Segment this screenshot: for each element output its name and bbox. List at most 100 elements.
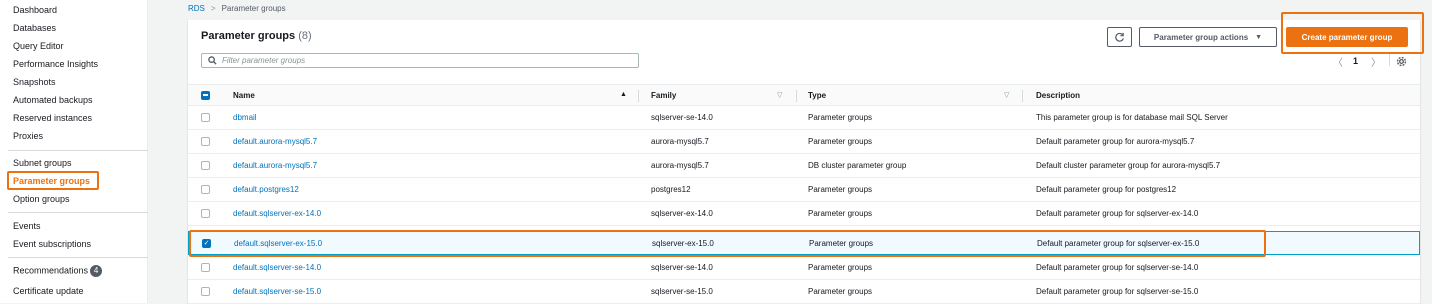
- table-row[interactable]: default.aurora-mysql5.7 aurora-mysql5.7 …: [188, 154, 1420, 178]
- sort-ascending-icon[interactable]: ▲: [620, 91, 627, 98]
- breadcrumb-separator: >: [210, 4, 216, 13]
- row-checkbox[interactable]: [201, 161, 210, 170]
- parameter-groups-panel: Parameter groups (8) Parameter group act…: [188, 20, 1420, 304]
- settings-gear-icon[interactable]: [1396, 56, 1407, 67]
- sidebar-item-event-subscriptions[interactable]: Event subscriptions: [13, 239, 91, 249]
- row-checkbox[interactable]: [201, 185, 210, 194]
- table-header: Name ▲ Family ▽ Type ▽ Description: [188, 84, 1420, 106]
- refresh-button[interactable]: [1107, 27, 1132, 47]
- table-row[interactable]: default.sqlserver-se-14.0 sqlserver-se-1…: [188, 256, 1420, 280]
- sidebar-item-certificate-update[interactable]: Certificate update: [13, 286, 84, 296]
- search-input[interactable]: [222, 56, 622, 65]
- breadcrumb: RDS > Parameter groups: [188, 4, 286, 13]
- search-icon: [208, 56, 217, 65]
- next-page-icon[interactable]: 〉: [1371, 54, 1381, 69]
- row-type: Parameter groups: [808, 137, 873, 146]
- sidebar-nav: Dashboard Databases Query Editor Perform…: [0, 0, 148, 303]
- column-header-family[interactable]: Family: [651, 91, 676, 100]
- row-family: aurora-mysql5.7: [651, 137, 709, 146]
- row-family: aurora-mysql5.7: [651, 161, 709, 170]
- select-all-checkbox[interactable]: [201, 91, 210, 100]
- row-family: sqlserver-se-14.0: [651, 263, 713, 272]
- row-description: Default parameter group for sqlserver-ex…: [1036, 209, 1199, 218]
- sidebar-divider: [8, 150, 148, 151]
- previous-page-icon[interactable]: 〈: [1333, 54, 1343, 69]
- sidebar-divider: [8, 212, 148, 213]
- table-row-selected[interactable]: ✓ default.sqlserver-ex-15.0 sqlserver-ex…: [188, 231, 1420, 255]
- row-family: sqlserver-se-14.0: [651, 113, 713, 122]
- row-type: Parameter groups: [808, 113, 873, 122]
- row-type: DB cluster parameter group: [808, 161, 907, 170]
- row-name-link[interactable]: default.sqlserver-ex-14.0: [233, 209, 321, 218]
- sidebar-item-events[interactable]: Events: [13, 221, 41, 231]
- sidebar-item-databases[interactable]: Databases: [13, 23, 56, 33]
- breadcrumb-rds-link[interactable]: RDS: [188, 4, 205, 13]
- table-row[interactable]: default.postgres12 postgres12 Parameter …: [188, 178, 1420, 202]
- search-field[interactable]: [201, 53, 639, 68]
- row-description: Default parameter group for postgres12: [1036, 185, 1177, 194]
- column-header-name[interactable]: Name: [233, 91, 255, 100]
- table-row[interactable]: dbmail sqlserver-se-14.0 Parameter group…: [188, 106, 1420, 130]
- sidebar-item-proxies[interactable]: Proxies: [13, 131, 43, 141]
- sidebar-item-subnet-groups[interactable]: Subnet groups: [13, 158, 72, 168]
- row-name-link[interactable]: default.sqlserver-se-15.0: [233, 287, 321, 296]
- sidebar-item-reserved-instances[interactable]: Reserved instances: [13, 113, 92, 123]
- row-checkbox[interactable]: [201, 263, 210, 272]
- row-type: Parameter groups: [808, 263, 873, 272]
- actions-label: Parameter group actions: [1153, 32, 1249, 42]
- row-name-link[interactable]: default.aurora-mysql5.7: [233, 137, 317, 146]
- row-family: postgres12: [651, 185, 691, 194]
- sidebar-item-option-groups[interactable]: Option groups: [13, 194, 70, 204]
- table-row[interactable]: default.sqlserver-ex-14.0 sqlserver-ex-1…: [188, 202, 1420, 226]
- current-page-number[interactable]: 1: [1353, 56, 1358, 66]
- caret-down-icon: ▼: [1255, 33, 1263, 41]
- row-type: Parameter groups: [809, 239, 874, 248]
- sidebar-divider: [8, 257, 148, 258]
- panel-title-text: Parameter groups: [201, 30, 296, 42]
- sort-icon[interactable]: ▽: [777, 91, 782, 99]
- column-separator: [796, 90, 797, 102]
- refresh-icon: [1115, 32, 1124, 42]
- row-name-link[interactable]: default.sqlserver-se-14.0: [233, 263, 321, 272]
- table-row[interactable]: default.sqlserver-se-15.0 sqlserver-se-1…: [188, 280, 1420, 304]
- sidebar-item-query-editor[interactable]: Query Editor: [13, 41, 64, 51]
- row-description: Default cluster parameter group for auro…: [1036, 161, 1221, 170]
- create-parameter-group-button[interactable]: Create parameter group: [1286, 27, 1408, 47]
- sidebar-item-performance-insights[interactable]: Performance Insights: [13, 59, 98, 69]
- row-family: sqlserver-se-15.0: [651, 287, 713, 296]
- row-checkbox[interactable]: [201, 209, 210, 218]
- row-checkbox[interactable]: [201, 113, 210, 122]
- row-type: Parameter groups: [808, 287, 873, 296]
- table-row[interactable]: default.aurora-mysql5.7 aurora-mysql5.7 …: [188, 130, 1420, 154]
- sidebar-item-label: Recommendations: [13, 265, 89, 276]
- row-checkbox-checked[interactable]: ✓: [202, 239, 211, 248]
- column-header-type[interactable]: Type: [808, 91, 826, 100]
- sidebar-item-dashboard[interactable]: Dashboard: [13, 5, 57, 15]
- row-description: Default parameter group for aurora-mysql…: [1036, 137, 1195, 146]
- row-description: Default parameter group for sqlserver-ex…: [1037, 239, 1200, 248]
- row-name-link[interactable]: default.aurora-mysql5.7: [233, 161, 317, 170]
- row-name-link[interactable]: default.sqlserver-ex-15.0: [234, 239, 322, 248]
- pager-divider: [1389, 54, 1390, 66]
- sidebar-item-automated-backups[interactable]: Automated backups: [13, 95, 93, 105]
- row-checkbox[interactable]: [201, 287, 210, 296]
- column-header-description[interactable]: Description: [1036, 91, 1080, 100]
- row-name-link[interactable]: dbmail: [233, 113, 257, 122]
- sidebar-item-parameter-groups[interactable]: Parameter groups: [13, 176, 90, 186]
- row-type: Parameter groups: [808, 209, 873, 218]
- panel-title-count: (8): [298, 30, 312, 42]
- sort-icon[interactable]: ▽: [1004, 91, 1009, 99]
- sidebar-item-recommendations[interactable]: Recommendations 4: [13, 265, 103, 277]
- row-description: This parameter group is for database mai…: [1036, 113, 1228, 122]
- breadcrumb-current: Parameter groups: [221, 4, 286, 13]
- row-name-link[interactable]: default.postgres12: [233, 185, 299, 194]
- row-checkbox[interactable]: [201, 137, 210, 146]
- row-description: Default parameter group for sqlserver-se…: [1036, 263, 1199, 272]
- column-separator: [638, 90, 639, 102]
- sidebar-item-snapshots[interactable]: Snapshots: [13, 77, 56, 87]
- row-family: sqlserver-ex-15.0: [652, 239, 714, 248]
- recommendations-count-badge: 4: [90, 265, 103, 277]
- parameter-group-actions-button[interactable]: Parameter group actions ▼: [1139, 27, 1277, 47]
- row-description: Default parameter group for sqlserver-se…: [1036, 287, 1199, 296]
- row-type: Parameter groups: [808, 185, 873, 194]
